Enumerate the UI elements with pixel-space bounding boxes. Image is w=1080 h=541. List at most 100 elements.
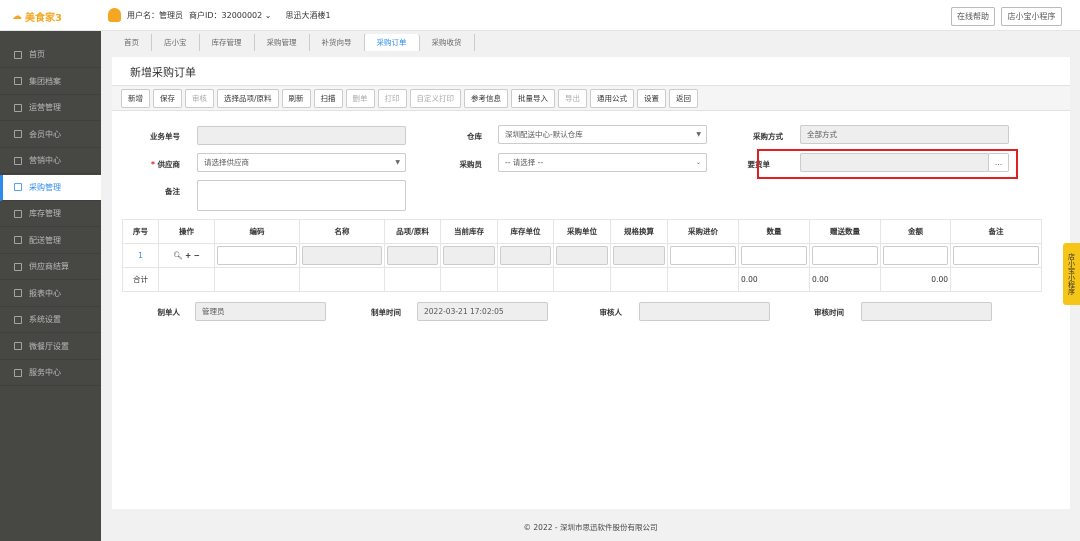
method-label: 采购方式 <box>753 132 783 141</box>
audit-time-field <box>861 302 992 321</box>
toolbar-button[interactable]: 自定义打印 <box>409 89 462 108</box>
sidebar-item[interactable]: 服务中心 <box>0 360 101 386</box>
toolbar-button[interactable]: 导出 <box>558 89 588 108</box>
toolbar-button[interactable]: 打印 <box>377 89 407 108</box>
service-icon <box>14 368 22 377</box>
sidebar-item[interactable]: 系统设置 <box>0 307 101 333</box>
code-input[interactable] <box>217 246 297 265</box>
remark-input[interactable] <box>953 246 1039 265</box>
column-header: 当前库存 <box>440 219 498 244</box>
column-header: 赠送数量 <box>809 219 881 244</box>
plus-icon[interactable]: + <box>185 251 191 260</box>
make-time-field: 2022-03-21 17:02:05 <box>417 302 548 321</box>
sidebar-item[interactable]: 供应商结算 <box>0 254 101 280</box>
warehouse-label: 仓库 <box>467 132 482 141</box>
tab-item[interactable]: 采购订单 <box>364 34 420 51</box>
sidebar-item[interactable]: 配送管理 <box>0 228 101 254</box>
maker-label: 制单人 <box>157 308 181 317</box>
method-field: 全部方式 <box>800 125 1009 144</box>
gift-qty-input[interactable] <box>812 246 878 265</box>
cloud-icon: ☁ <box>12 11 22 22</box>
toolbar-button[interactable]: 选择品项/原料 <box>217 89 279 108</box>
toolbar-button[interactable]: 扫描 <box>313 89 343 108</box>
sidebar-item[interactable]: 运营管理 <box>0 95 101 121</box>
buyer-select[interactable]: -- 请选择 -- ⌄ <box>498 153 707 172</box>
toolbar-button[interactable]: 保存 <box>153 89 182 108</box>
page-title: 新增采购订单 <box>130 66 196 79</box>
sidebar-item[interactable]: 采购管理 <box>0 174 101 201</box>
order-no-label: 业务单号 <box>150 132 180 141</box>
toolbar-button[interactable]: 刷新 <box>281 89 311 108</box>
toolbar-button[interactable]: 参考信息 <box>464 89 509 108</box>
caret-icon: ▼ <box>696 131 701 138</box>
tab-item[interactable]: 采购管理 <box>255 34 310 51</box>
item-type-field <box>387 246 438 265</box>
auditor-label: 审核人 <box>599 308 623 317</box>
mini-program-float-tab[interactable]: 店小宝小程序 <box>1063 243 1080 305</box>
column-header: 备注 <box>950 219 1042 244</box>
column-header: 操作 <box>158 219 215 244</box>
footer: © 2022 - 深圳市思迅软件股份有限公司 <box>523 523 658 532</box>
sidebar-item[interactable]: 微餐厅设置 <box>0 334 101 360</box>
table-row: 1 🔍︎ + − <box>122 243 1042 268</box>
tab-item[interactable]: 库存管理 <box>200 34 255 51</box>
auditor-field <box>639 302 770 321</box>
total-row: 合计 0.00 0.00 0.00 <box>122 267 1042 292</box>
sidebar: 首页 集团档案 运营管理 会员中心 营销中心 采购管理 库存管理 配送管理 供应商结算 报表中心系… <box>0 31 101 541</box>
column-header: 品项/原料 <box>384 219 441 244</box>
toolbar-button[interactable]: 审核 <box>185 89 214 108</box>
toolbar-button[interactable]: 新增 <box>121 89 150 108</box>
chevron-down-icon: ⌄ <box>264 10 272 20</box>
merchant-dropdown[interactable]: 商户ID：32000002 ⌄ <box>189 10 272 21</box>
book-icon <box>14 183 22 191</box>
id-card-icon <box>14 130 22 138</box>
remark-textarea[interactable] <box>197 180 406 211</box>
qty-input[interactable] <box>741 246 807 265</box>
column-header: 库存单位 <box>497 219 554 244</box>
sidebar-item[interactable]: 集团档案 <box>0 69 101 95</box>
column-header: 数量 <box>738 219 810 244</box>
total-qty: 0.00 <box>738 267 810 292</box>
mini-program-button[interactable]: 店小宝小程序 <box>1001 7 1062 26</box>
chevron-down-icon: ⌄ <box>695 159 701 166</box>
total-amount: 0.00 <box>880 267 951 292</box>
supplier-label: 供应商 <box>157 160 181 169</box>
warehouse-select[interactable]: 深圳配送中心-默认仓库 ▼ <box>498 125 707 144</box>
sidebar-item[interactable]: 库存管理 <box>0 201 101 227</box>
toolbar-button[interactable]: 通用公式 <box>590 89 635 108</box>
column-header: 名称 <box>299 219 385 244</box>
sidebar-item[interactable]: 营销中心 <box>0 148 101 174</box>
tab-item[interactable]: 店小宝 <box>152 34 200 51</box>
bar-chart-icon <box>14 103 22 112</box>
truck-icon <box>14 236 22 244</box>
price-input[interactable] <box>670 246 736 265</box>
toolbar-button[interactable]: 删单 <box>345 89 375 108</box>
tab-item[interactable]: 采购收货 <box>420 34 475 51</box>
utensils-icon <box>14 342 22 350</box>
column-header: 编码 <box>214 219 300 244</box>
tab-item[interactable]: 补货向导 <box>310 34 365 51</box>
supplier-select[interactable]: 请选择供应商 ▼ <box>197 153 406 172</box>
amount-input[interactable] <box>883 246 948 265</box>
tab-item[interactable]: 首页 <box>112 34 152 51</box>
top-header: ☁ 美食家3 用户名：管理员 商户ID：32000002 ⌄ 思迅大酒楼1 在线帮… <box>0 0 1080 31</box>
remark-label: 备注 <box>165 187 180 196</box>
column-header: 规格换算 <box>610 219 668 244</box>
minus-icon[interactable]: − <box>194 251 200 260</box>
toolbar-button[interactable]: 返回 <box>669 89 699 108</box>
maker-field: 管理员 <box>195 302 326 321</box>
highlight-box <box>757 149 1018 179</box>
bitcoin-icon <box>14 262 22 271</box>
column-header: 金额 <box>880 219 951 244</box>
stock-unit-field <box>500 246 551 265</box>
sidebar-item[interactable]: 首页 <box>0 42 101 68</box>
toolbar-button[interactable]: 批量导入 <box>511 89 556 108</box>
sidebar-item[interactable]: 会员中心 <box>0 122 101 148</box>
edit-icon <box>14 156 22 165</box>
sidebar-item[interactable]: 报表中心 <box>0 281 101 307</box>
help-button[interactable]: 在线帮助 <box>951 7 995 26</box>
search-icon[interactable]: 🔍︎ <box>173 251 183 260</box>
audit-time-label: 审核时间 <box>814 308 844 317</box>
store-name: 思迅大酒楼1 <box>285 10 331 20</box>
toolbar-button[interactable]: 设置 <box>637 89 667 108</box>
